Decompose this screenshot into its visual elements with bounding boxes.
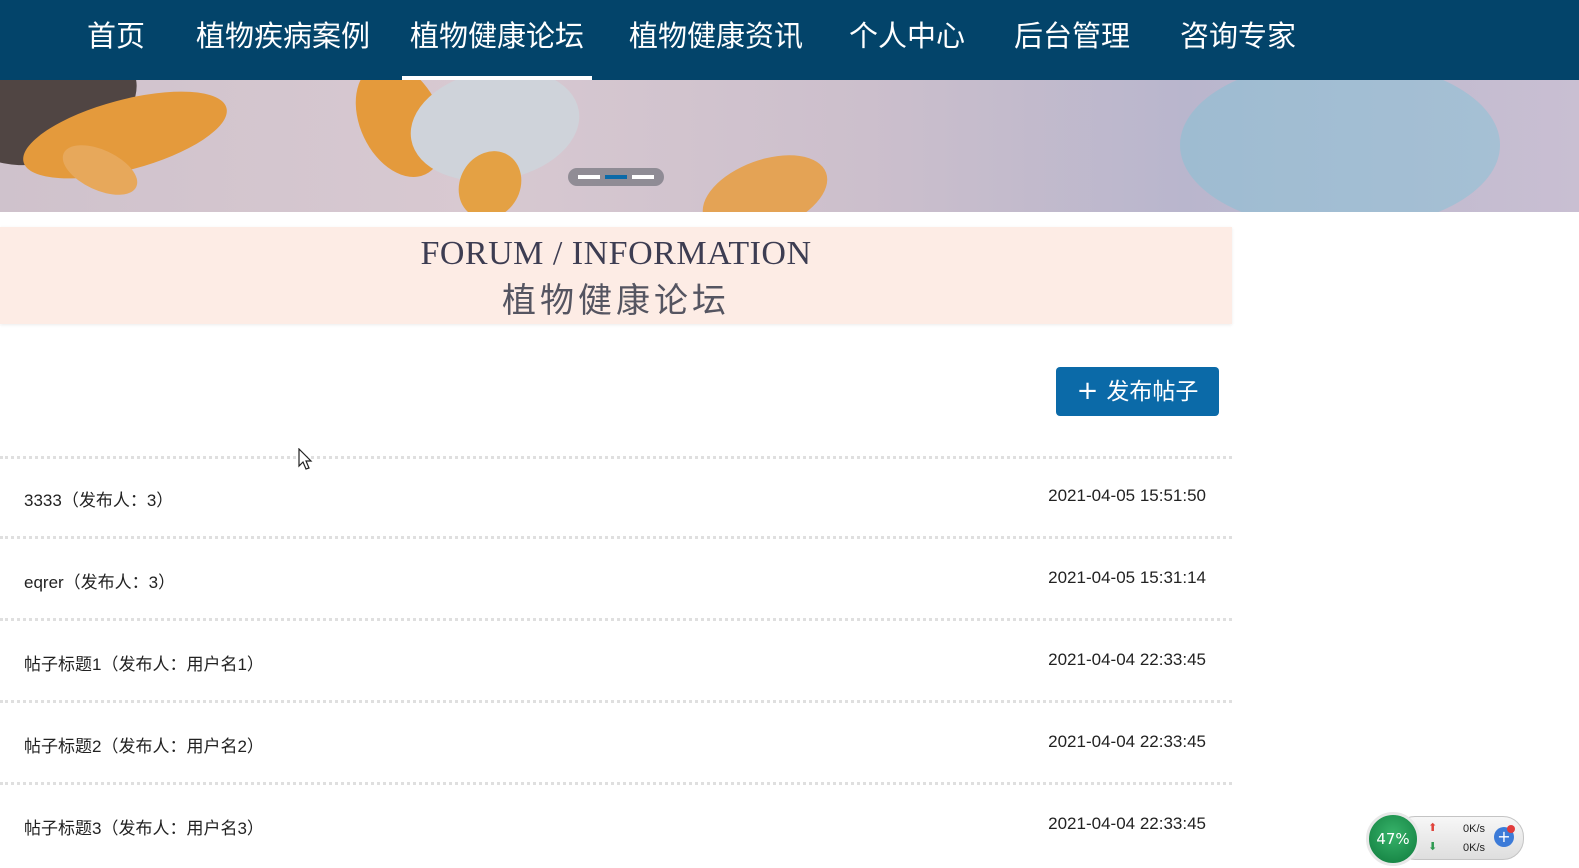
post-title[interactable]: eqrer（发布人：3） bbox=[24, 568, 175, 593]
mouse-cursor-icon bbox=[298, 448, 313, 470]
plus-icon: + bbox=[1076, 376, 1099, 406]
post-time: 2021-04-05 15:51:50 bbox=[1048, 486, 1206, 505]
list-divider bbox=[0, 782, 1232, 785]
top-navigation: 首页 植物疾病案例 植物健康论坛 植物健康资讯 个人中心 后台管理 咨询专家 bbox=[0, 0, 1579, 80]
list-divider bbox=[0, 700, 1232, 703]
post-row[interactable]: 帖子标题2（发布人：用户名2） 2021-04-04 22:33:45 bbox=[0, 704, 1232, 784]
download-arrow-icon: ⬇ bbox=[1428, 840, 1438, 853]
banner-blur-decoration bbox=[1180, 80, 1500, 212]
post-title[interactable]: 3333（发布人：3） bbox=[24, 486, 173, 511]
section-title-cn: 植物健康论坛 bbox=[502, 281, 730, 321]
post-time: 2021-04-04 22:33:45 bbox=[1048, 732, 1206, 751]
download-speed: 0K/s bbox=[1463, 842, 1486, 854]
post-row[interactable]: 帖子标题3（发布人：用户名3） 2021-04-04 22:33:45 bbox=[0, 786, 1232, 866]
post-time: 2021-04-04 22:33:45 bbox=[1048, 814, 1206, 833]
nav-item-disease-cases[interactable]: 植物疾病案例 bbox=[196, 0, 370, 80]
post-row[interactable]: eqrer（发布人：3） 2021-04-05 15:31:14 bbox=[0, 540, 1232, 620]
nav-item-home[interactable]: 首页 bbox=[87, 0, 145, 80]
carousel-dot-1[interactable] bbox=[578, 175, 600, 179]
nav-item-consult-expert[interactable]: 咨询专家 bbox=[1180, 0, 1296, 80]
post-time: 2021-04-04 22:33:45 bbox=[1048, 650, 1206, 669]
section-title-en: FORUM / INFORMATION bbox=[420, 235, 812, 272]
nav-item-personal-center[interactable]: 个人中心 bbox=[849, 0, 965, 80]
memory-usage-gauge[interactable]: 47% bbox=[1366, 812, 1420, 866]
post-row[interactable]: 3333（发布人：3） 2021-04-05 15:51:50 bbox=[0, 458, 1232, 538]
list-divider bbox=[0, 618, 1232, 621]
post-row[interactable]: 帖子标题1（发布人：用户名1） 2021-04-04 22:33:45 bbox=[0, 622, 1232, 702]
post-title[interactable]: 帖子标题1（发布人：用户名1） bbox=[24, 650, 264, 675]
section-header: FORUM / INFORMATION 植物健康论坛 bbox=[0, 227, 1232, 324]
upload-arrow-icon: ⬆ bbox=[1428, 821, 1438, 834]
publish-post-button[interactable]: + 发布帖子 bbox=[1056, 367, 1219, 416]
list-divider bbox=[0, 536, 1232, 539]
carousel-indicator bbox=[568, 168, 664, 186]
nav-item-admin[interactable]: 后台管理 bbox=[1014, 0, 1130, 80]
post-title[interactable]: 帖子标题3（发布人：用户名3） bbox=[24, 814, 264, 839]
nav-item-health-forum[interactable]: 植物健康论坛 bbox=[402, 0, 592, 80]
network-speed-widget[interactable]: 47% ⬆ 0K/s ⬇ 0K/s + bbox=[1366, 812, 1524, 866]
carousel-dot-3[interactable] bbox=[632, 175, 654, 179]
banner-leaf-decoration bbox=[691, 139, 839, 212]
nav-item-health-news[interactable]: 植物健康资讯 bbox=[629, 0, 803, 80]
post-time: 2021-04-05 15:31:14 bbox=[1048, 568, 1206, 587]
publish-post-label: 发布帖子 bbox=[1106, 379, 1199, 405]
notification-dot bbox=[1507, 825, 1515, 833]
upload-speed: 0K/s bbox=[1463, 823, 1486, 835]
banner-carousel[interactable] bbox=[0, 80, 1579, 212]
carousel-dot-2[interactable] bbox=[605, 175, 627, 179]
post-title[interactable]: 帖子标题2（发布人：用户名2） bbox=[24, 732, 264, 757]
